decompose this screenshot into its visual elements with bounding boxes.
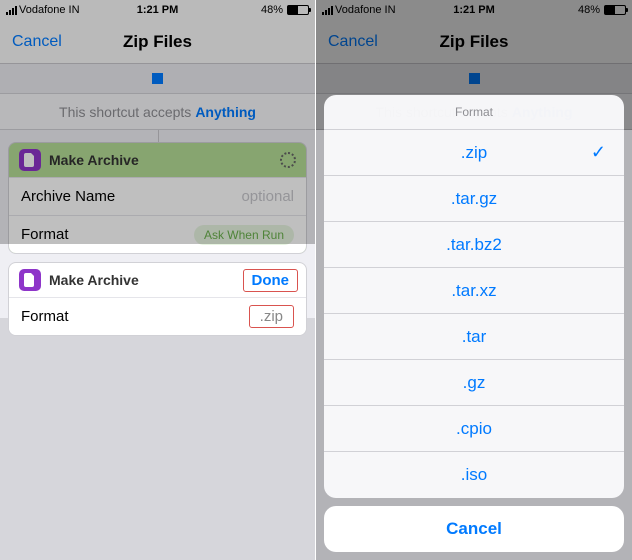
sheet-cancel-button[interactable]: Cancel xyxy=(324,506,624,552)
format-label: Format xyxy=(21,308,69,325)
option-label: .zip xyxy=(461,143,487,163)
format-action-sheet: Format .zip ✓ .tar.gz .tar.bz2 .tar.xz .… xyxy=(324,95,624,552)
format-value[interactable]: .zip xyxy=(249,305,294,328)
archive-icon xyxy=(19,269,41,291)
card-title: Make Archive xyxy=(49,272,139,288)
format-option-targz[interactable]: .tar.gz xyxy=(324,176,624,222)
option-label: .cpio xyxy=(456,419,492,439)
format-option-iso[interactable]: .iso xyxy=(324,452,624,498)
option-label: .iso xyxy=(461,465,487,485)
done-button[interactable]: Done xyxy=(243,269,299,292)
option-label: .tar.bz2 xyxy=(446,235,502,255)
format-option-cpio[interactable]: .cpio xyxy=(324,406,624,452)
option-label: .tar.gz xyxy=(451,189,497,209)
format-option-tar[interactable]: .tar xyxy=(324,314,624,360)
format-row[interactable]: Format .zip xyxy=(9,297,306,335)
checkmark-icon: ✓ xyxy=(591,142,606,163)
option-label: .gz xyxy=(463,373,486,393)
make-archive-prompt-card: Make Archive Done Format .zip xyxy=(8,262,307,336)
format-option-tarbz2[interactable]: .tar.bz2 xyxy=(324,222,624,268)
option-label: .tar.xz xyxy=(451,281,496,301)
format-option-gz[interactable]: .gz xyxy=(324,360,624,406)
format-option-zip[interactable]: .zip ✓ xyxy=(324,130,624,176)
format-option-tarxz[interactable]: .tar.xz xyxy=(324,268,624,314)
sheet-title: Format xyxy=(324,95,624,130)
option-label: .tar xyxy=(462,327,487,347)
